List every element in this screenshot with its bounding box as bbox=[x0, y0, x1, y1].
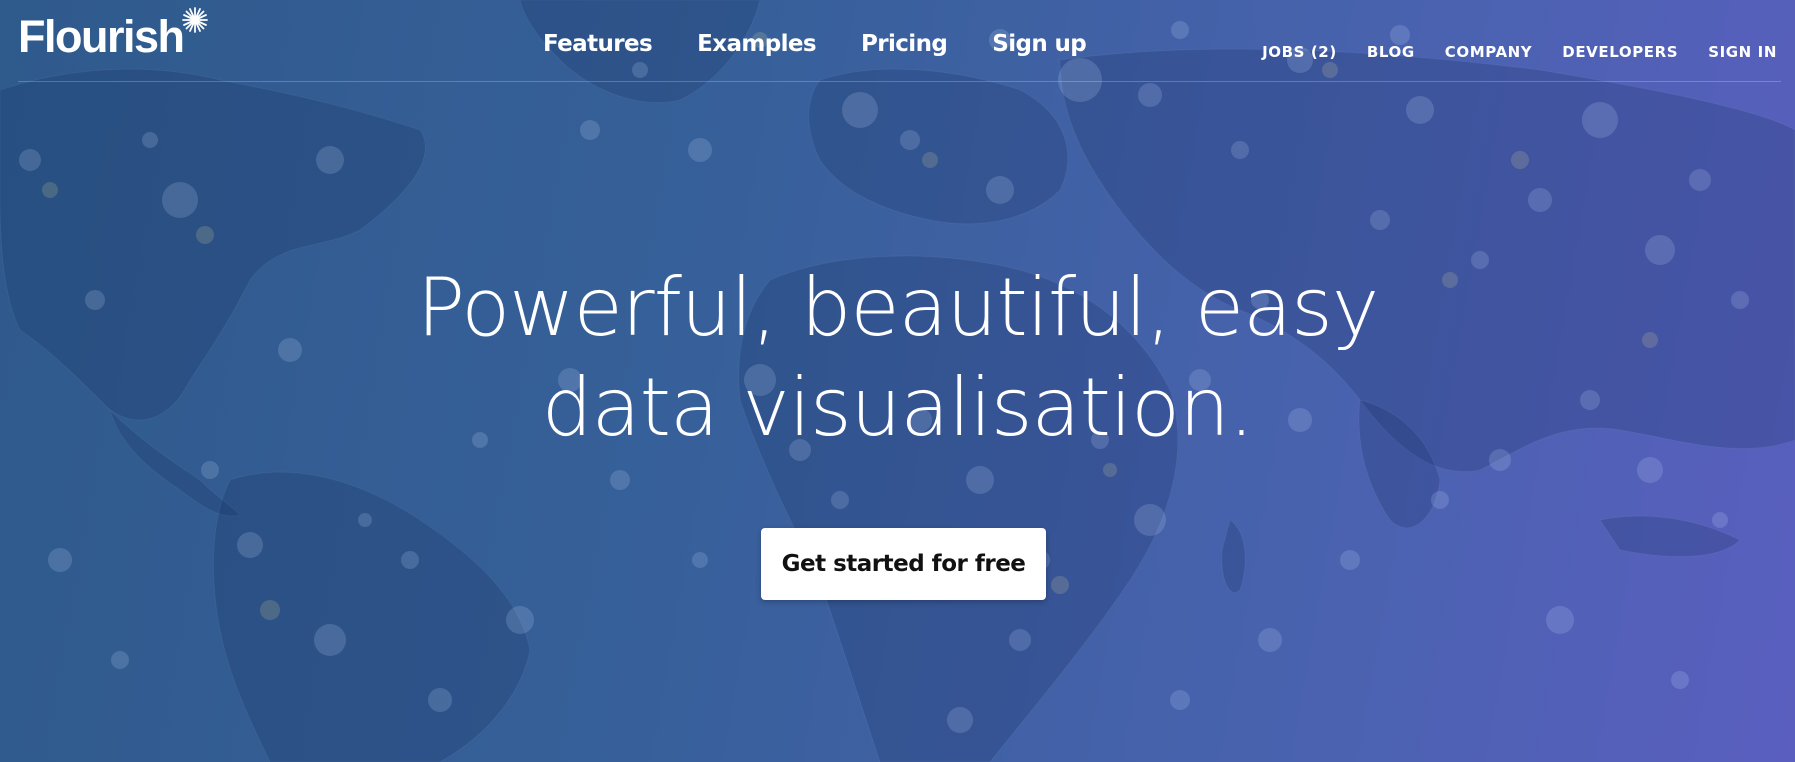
nav-sign-up[interactable]: Sign up bbox=[992, 31, 1087, 57]
logo-wordmark: Flourish bbox=[18, 11, 185, 62]
nav-features[interactable]: Features bbox=[543, 31, 653, 57]
site-header: Flourish Features Examples Pricing Sign … bbox=[0, 0, 1795, 82]
hero-headline: Powerful, beautiful, easy data visualisa… bbox=[0, 258, 1795, 458]
hero-headline-line1: Powerful, beautiful, easy bbox=[416, 261, 1379, 354]
hero-section: Powerful, beautiful, easy data visualisa… bbox=[0, 258, 1795, 458]
hero-headline-line2: data visualisation. bbox=[541, 361, 1254, 454]
nav-sign-in[interactable]: SIGN IN bbox=[1708, 43, 1777, 61]
nav-company[interactable]: COMPANY bbox=[1445, 43, 1533, 61]
header-divider bbox=[18, 81, 1781, 82]
sparkle-icon bbox=[181, 7, 208, 33]
continent-madagascar bbox=[1221, 519, 1246, 593]
utility-nav: JOBS (2) BLOG COMPANY DEVELOPERS SIGN IN bbox=[1262, 43, 1777, 61]
nav-jobs[interactable]: JOBS (2) bbox=[1262, 43, 1337, 61]
nav-pricing[interactable]: Pricing bbox=[861, 31, 948, 57]
flourish-logo[interactable]: Flourish bbox=[18, 7, 208, 62]
continent-europe bbox=[808, 68, 1069, 225]
nav-examples[interactable]: Examples bbox=[697, 31, 816, 57]
continent-south-america bbox=[212, 471, 531, 762]
get-started-button[interactable]: Get started for free bbox=[761, 528, 1046, 600]
nav-blog[interactable]: BLOG bbox=[1367, 43, 1415, 61]
main-nav: Features Examples Pricing Sign up bbox=[543, 31, 1087, 57]
nav-developers[interactable]: DEVELOPERS bbox=[1562, 43, 1678, 61]
